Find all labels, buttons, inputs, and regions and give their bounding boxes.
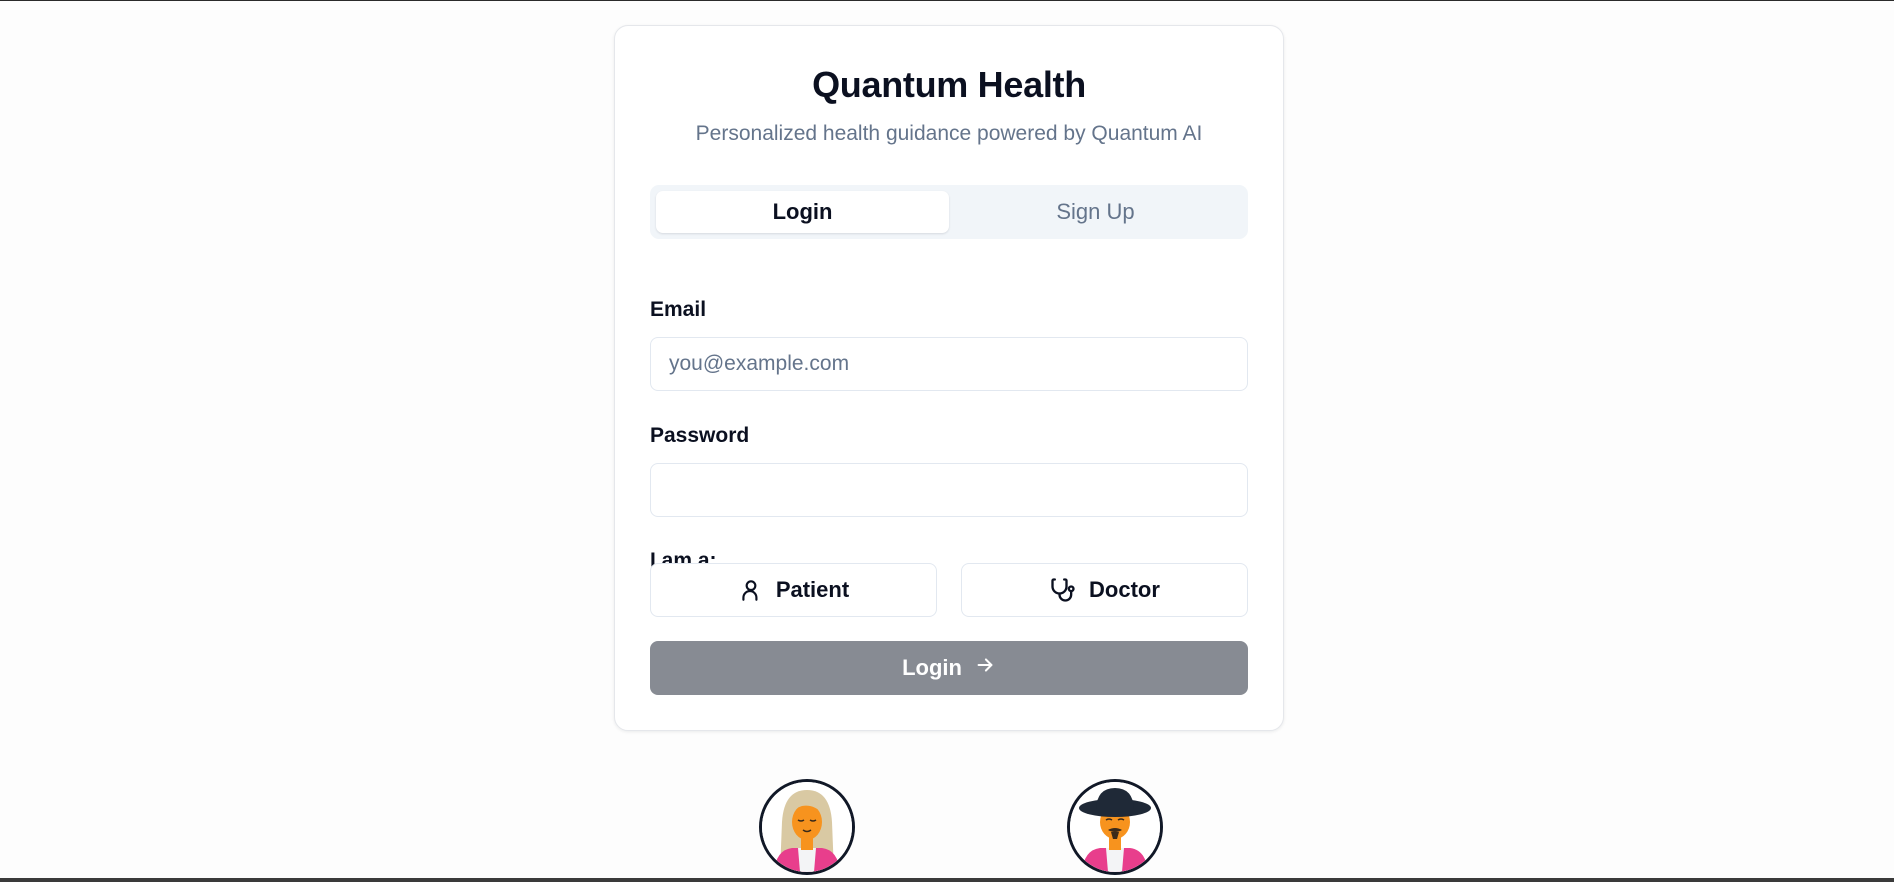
app-subtitle: Personalized health guidance powered by … (695, 122, 1203, 145)
email-input[interactable] (650, 337, 1248, 391)
password-input[interactable] (650, 463, 1248, 517)
tab-login[interactable]: Login (656, 191, 949, 233)
auth-card: Quantum Health Personalized health guida… (614, 25, 1284, 731)
tab-sign-up[interactable]: Sign Up (949, 191, 1242, 233)
patient-role-button[interactable]: Patient (650, 563, 937, 617)
login-submit-label: Login (902, 655, 962, 680)
stethoscope-icon (1049, 576, 1077, 604)
user-icon (738, 577, 764, 603)
doctor-role-label: Doctor (1089, 577, 1160, 602)
login-submit-button[interactable]: Login (650, 641, 1248, 695)
male-doctor-avatar (1067, 779, 1163, 875)
window-top-border (0, 0, 1894, 1)
patient-role-label: Patient (775, 577, 850, 602)
female-patient-avatar (759, 779, 855, 875)
email-label: Email (650, 298, 707, 321)
window-bottom-bar (0, 878, 1894, 882)
arrow-right-icon (974, 654, 996, 682)
doctor-role-button[interactable]: Doctor (961, 563, 1248, 617)
auth-tabs: Login Sign Up (650, 185, 1248, 239)
password-label: Password (650, 424, 750, 447)
app-title: Quantum Health (812, 64, 1086, 105)
